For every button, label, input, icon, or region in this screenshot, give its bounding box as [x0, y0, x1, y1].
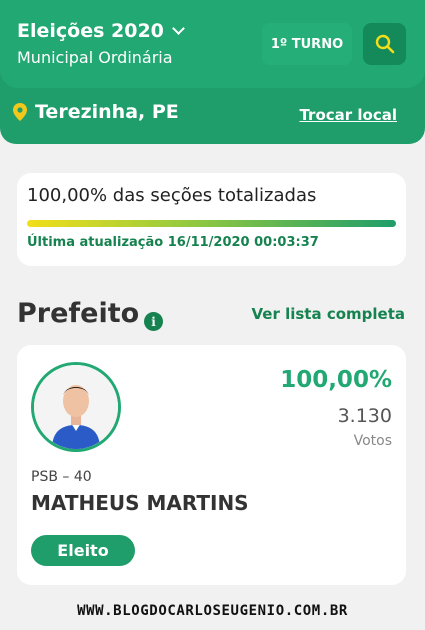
location-row: Terezinha, PE: [13, 101, 179, 123]
progress-bar-fill: [27, 220, 396, 227]
full-list-link[interactable]: Ver lista completa: [252, 305, 405, 323]
turno-button[interactable]: 1º TURNO: [262, 23, 352, 65]
progress-bar: [27, 220, 396, 227]
candidate-card[interactable]: 100,00% 3.130 Votos PSB – 40 MATHEUS MAR…: [17, 345, 406, 585]
search-icon: [375, 34, 394, 54]
search-button[interactable]: [363, 23, 406, 65]
sections-totalized-text: 100,00% das seções totalizadas: [27, 185, 317, 206]
section-title: Prefeito: [17, 298, 140, 329]
header-top: Eleições 2020 Municipal Ordinária 1º TUR…: [0, 0, 425, 88]
candidate-photo: [31, 362, 121, 452]
election-subtitle: Municipal Ordinária: [17, 48, 173, 67]
totalization-card: 100,00% das seções totalizadas Última at…: [17, 173, 406, 266]
candidate-party: PSB – 40: [31, 469, 92, 485]
location-pin-icon: [13, 103, 27, 121]
last-update-text: Última atualização 16/11/2020 00:03:37: [27, 235, 319, 250]
status-badge: Eleito: [31, 535, 135, 566]
header: Eleições 2020 Municipal Ordinária 1º TUR…: [0, 0, 425, 144]
info-icon[interactable]: i: [144, 312, 163, 331]
avatar: [34, 365, 118, 449]
change-location-link[interactable]: Trocar local: [299, 106, 397, 124]
watermark: WWW.BLOGDOCARLOSEUGENIO.COM.BR: [77, 603, 348, 619]
candidate-name: MATHEUS MARTINS: [31, 491, 249, 515]
election-selector[interactable]: Eleições 2020: [17, 20, 185, 42]
election-title: Eleições 2020: [17, 20, 164, 42]
candidate-percentage: 100,00%: [280, 367, 392, 393]
candidate-votes: 3.130: [337, 405, 392, 427]
location-name: Terezinha, PE: [35, 101, 179, 123]
votes-label: Votos: [353, 433, 392, 449]
chevron-down-icon: [172, 21, 185, 35]
